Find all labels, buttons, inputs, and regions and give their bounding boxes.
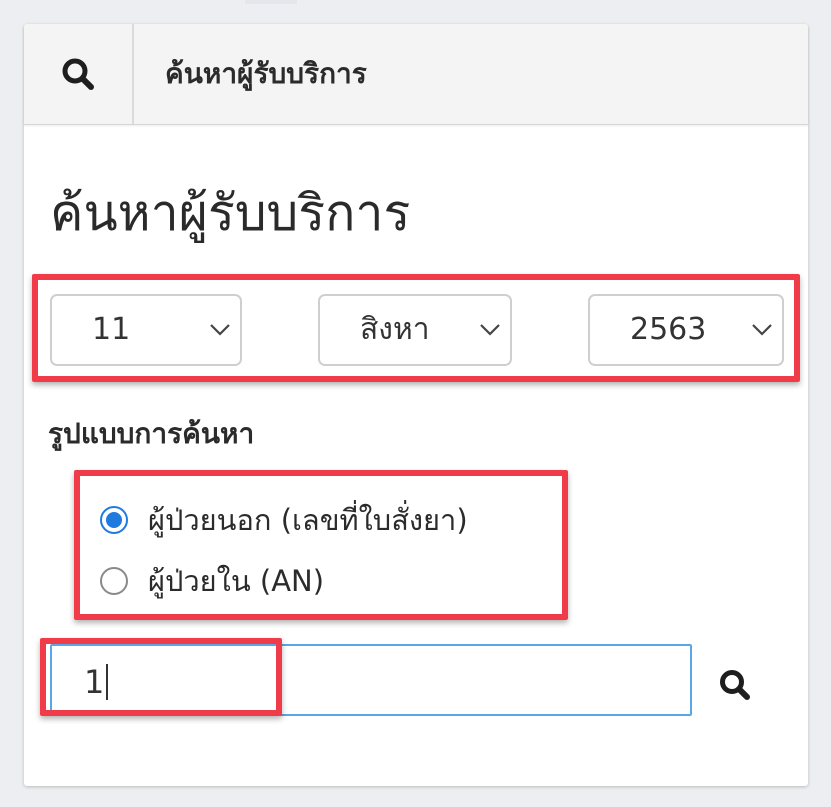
header-search-button[interactable]: [24, 24, 134, 124]
text-caret: [106, 664, 109, 700]
month-select-value: สิงหา: [360, 312, 430, 347]
search-icon: [720, 670, 750, 700]
search-icon: [62, 58, 94, 90]
day-select-value: 11: [92, 312, 131, 347]
radio-ipd-label: ผู้ป่วยใน (AN): [148, 564, 325, 598]
page-title: ค้นหาผู้รับบริการ: [50, 184, 411, 242]
header-title: ค้นหาผู้รับบริการ: [165, 57, 367, 90]
radio-option-ipd[interactable]: ผู้ป่วยใน (AN): [100, 561, 324, 601]
radio-option-opd[interactable]: ผู้ป่วยนอก (เลขที่ใบสั่งยา): [100, 500, 468, 540]
radio-opd-label: ผู้ป่วยนอก (เลขที่ใบสั่งยา): [148, 503, 468, 537]
search-type-label: รูปแบบการค้นหา: [48, 417, 255, 450]
chevron-down-icon: [480, 324, 500, 336]
search-button[interactable]: [710, 660, 760, 710]
month-select[interactable]: สิงหา: [318, 294, 512, 366]
search-input-value: 1: [84, 646, 109, 718]
chevron-down-icon: [752, 324, 772, 336]
chevron-down-icon: [210, 324, 230, 336]
search-card: ค้นหาผู้รับบริการ ค้นหาผู้รับบริการ 11 ส…: [24, 24, 808, 786]
radio-opd[interactable]: [100, 506, 128, 534]
card-header: ค้นหาผู้รับบริการ: [24, 24, 808, 125]
top-edge-fragment: [245, 0, 297, 4]
day-select[interactable]: 11: [50, 294, 242, 366]
year-select[interactable]: 2563: [588, 294, 784, 366]
radio-ipd[interactable]: [100, 567, 128, 595]
search-input[interactable]: 1: [50, 644, 692, 716]
year-select-value: 2563: [630, 312, 707, 347]
